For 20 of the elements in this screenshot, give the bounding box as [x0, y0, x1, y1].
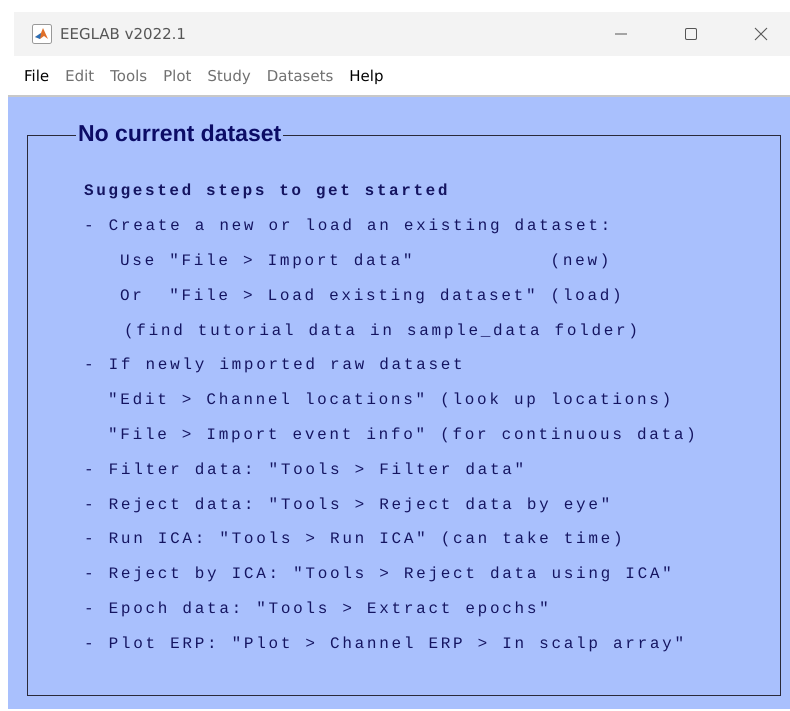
section-heading: Suggested steps to get started — [84, 182, 450, 200]
instruction-line: - Filter data: "Tools > Filter data" — [84, 460, 527, 479]
window-title: EEGLAB v2022.1 — [60, 25, 186, 43]
close-icon[interactable] — [754, 27, 768, 41]
instruction-line: - Reject by ICA: "Tools > Reject data using ICA" — [84, 565, 674, 584]
maximize-icon[interactable] — [684, 27, 698, 41]
instruction-line: - Create a new or load an existing dataset: — [84, 217, 613, 236]
menu-item[interactable]: Help — [341, 66, 392, 84]
instruction-line: - Run ICA: "Tools > Run ICA" (can take time) — [84, 530, 626, 548]
instruction-line: "Edit > Channel locations" (look up locations) — [108, 391, 674, 410]
instruction-line: - Plot ERP: "Plot > Channel ERP > In scalp array" — [84, 634, 687, 653]
instruction-line: Use "File > Import data" (new) — [120, 252, 612, 270]
instruction-line: - Reject data: "Tools > Reject data by eye" — [84, 496, 613, 514]
app-icon — [32, 24, 52, 44]
instruction-line: Or "File > Load existing dataset" (load) — [120, 286, 624, 305]
instruction-line: - Epoch data: "Tools > Extract epochs" — [84, 600, 552, 618]
menu-item[interactable]: File — [16, 66, 58, 84]
instruction-line: - If newly imported raw dataset — [84, 356, 466, 374]
instruction-line: "File > Import event info" (for continuous data) — [108, 426, 698, 444]
instruction-line: (find tutorial data in sample_data folder) — [124, 322, 641, 340]
